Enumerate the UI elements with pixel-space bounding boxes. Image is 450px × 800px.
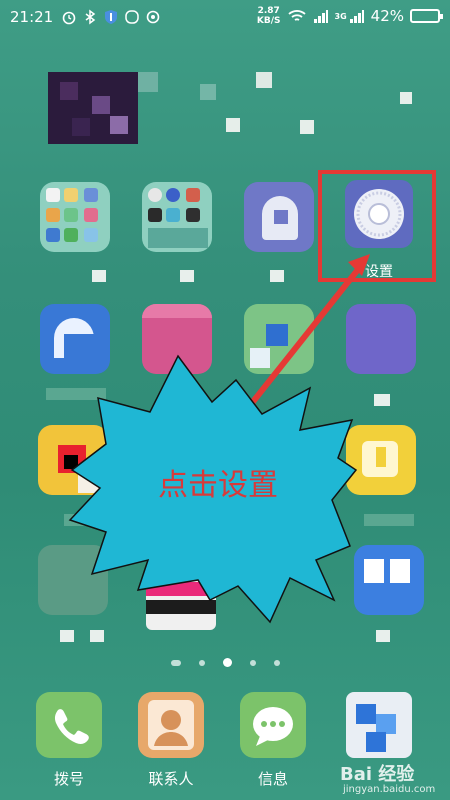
messages-app[interactable] (240, 692, 306, 758)
watermark-brand: Bai 经验 (340, 764, 415, 785)
callout-text: 点击设置 (158, 468, 278, 503)
dock-label-dialer: 拨号 (53, 770, 84, 788)
callout-overlay (68, 254, 370, 624)
dock-label-messages: 信息 (257, 770, 288, 788)
dialer-app[interactable] (36, 692, 102, 758)
page-dot[interactable] (198, 659, 205, 666)
browser-app-blurred[interactable] (346, 692, 412, 758)
phone-icon (54, 709, 89, 744)
page-dot-active[interactable] (222, 658, 232, 667)
contacts-icon (148, 700, 194, 750)
pointer-arrow-head (348, 254, 370, 276)
page-dot[interactable] (273, 659, 280, 666)
page-dot[interactable] (170, 659, 181, 666)
contacts-app[interactable] (138, 692, 204, 758)
message-icon (253, 707, 293, 746)
dock-label-contacts: 联系人 (148, 770, 194, 788)
page-dot[interactable] (249, 659, 256, 666)
watermark-url: jingyan.baidu.com (343, 784, 436, 795)
page-indicator[interactable] (0, 658, 450, 667)
